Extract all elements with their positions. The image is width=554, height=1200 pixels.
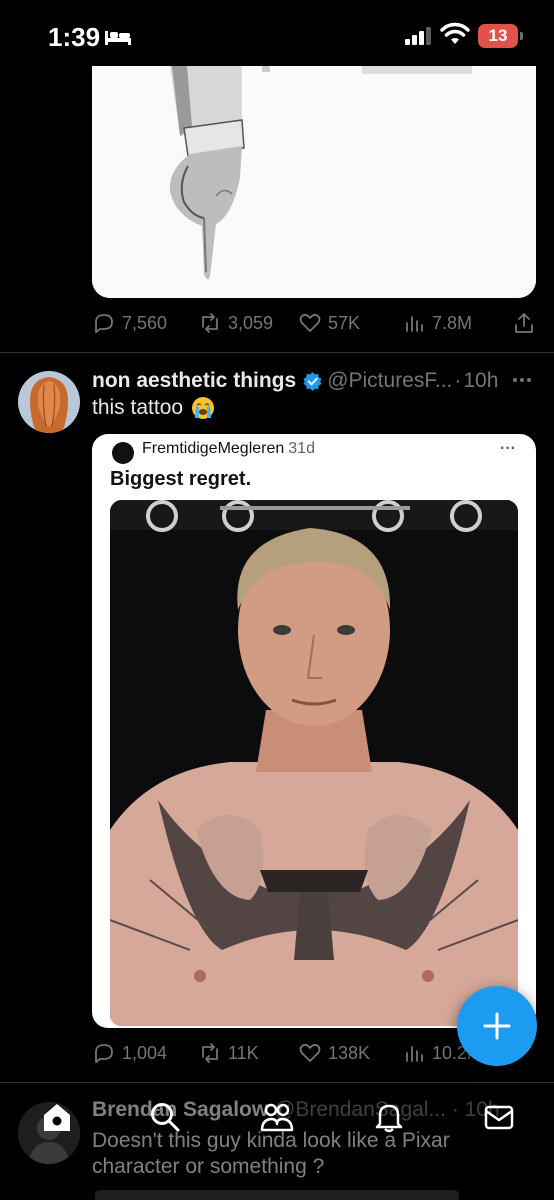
status-time: 1:39 <box>48 22 101 52</box>
tweet-divider <box>0 1082 554 1083</box>
tweet-divider <box>0 352 554 353</box>
messages-icon[interactable] <box>482 1100 516 1134</box>
avatar[interactable] <box>18 371 80 433</box>
tweet-text: this tattoo <box>92 396 215 420</box>
crying-face-emoji-icon <box>192 397 215 419</box>
compose-tweet-button[interactable] <box>457 986 537 1066</box>
reply-count: 1,004 <box>122 1042 168 1063</box>
like-count: 138K <box>328 1042 371 1063</box>
views-chart-icon <box>406 1046 423 1062</box>
reply-icon <box>95 1044 113 1063</box>
status-bar: 1:39 13 <box>0 0 554 68</box>
share-icon <box>515 313 533 333</box>
repost-button[interactable]: 11K <box>198 1038 259 1068</box>
tweet-body: this tattoo <box>92 396 184 419</box>
reply-button[interactable]: 7,560 <box>92 308 167 338</box>
repost-count: 11K <box>228 1042 259 1063</box>
tweet-media-image[interactable] <box>92 66 536 298</box>
handle[interactable]: @PicturesF... <box>327 369 452 393</box>
views-count: 7.8M <box>432 312 473 333</box>
more-options-icon[interactable] <box>510 370 534 390</box>
verified-badge-icon <box>303 371 322 391</box>
home-indicator-bar <box>95 1190 459 1200</box>
quote-photo[interactable] <box>110 500 518 1026</box>
quote-header: FremtidigeMegleren 31d <box>142 440 315 458</box>
hand-pointing-illustration <box>92 66 536 298</box>
tweet-action-bar: 7,560 3,059 57K 7.8M <box>92 308 542 338</box>
wifi-icon <box>440 22 470 44</box>
sleep-bed-icon <box>105 31 131 45</box>
like-count: 57K <box>328 312 361 333</box>
reply-icon <box>95 314 113 333</box>
views-button[interactable]: 7.8M <box>402 308 472 338</box>
heart-icon <box>299 1043 321 1062</box>
tweet-header: non aesthetic things @PicturesF... · 10h <box>92 367 532 395</box>
battery-indicator: 13 <box>478 24 518 48</box>
share-button[interactable] <box>512 308 536 338</box>
tattoo-photo <box>110 500 518 1026</box>
separator-dot: · <box>454 369 462 392</box>
cellular-signal-icon <box>405 27 431 45</box>
avatar-image <box>18 371 80 433</box>
reply-count: 7,560 <box>122 312 168 333</box>
quote-date: 31d <box>288 440 315 457</box>
tweet-time[interactable]: 10h <box>463 369 498 393</box>
repost-button[interactable]: 3,059 <box>198 308 273 338</box>
repost-count: 3,059 <box>228 312 274 333</box>
repost-icon <box>202 1043 218 1063</box>
search-icon[interactable] <box>148 1100 182 1134</box>
battery-tip <box>520 32 523 40</box>
battery-level: 13 <box>488 26 508 45</box>
like-button[interactable]: 57K <box>298 308 360 338</box>
quote-avatar[interactable] <box>112 442 134 464</box>
heart-icon <box>299 313 321 332</box>
reply-button[interactable]: 1,004 <box>92 1038 167 1068</box>
views-chart-icon <box>406 316 423 332</box>
display-name[interactable]: non aesthetic things <box>92 369 296 393</box>
repost-icon <box>202 313 218 333</box>
quote-more-icon[interactable]: ··· <box>500 440 516 458</box>
quote-author[interactable]: FremtidigeMegleren <box>142 440 284 457</box>
notifications-icon[interactable] <box>372 1100 406 1134</box>
bottom-tab-bar <box>0 1086 554 1150</box>
quote-text: Biggest regret. <box>110 468 252 490</box>
like-button[interactable]: 138K <box>298 1038 370 1068</box>
home-icon[interactable] <box>40 1100 74 1134</box>
communities-icon[interactable] <box>260 1100 294 1134</box>
plus-icon <box>483 1012 511 1040</box>
quoted-tweet-card[interactable]: FremtidigeMegleren 31d ··· Biggest regret… <box>92 434 536 1028</box>
